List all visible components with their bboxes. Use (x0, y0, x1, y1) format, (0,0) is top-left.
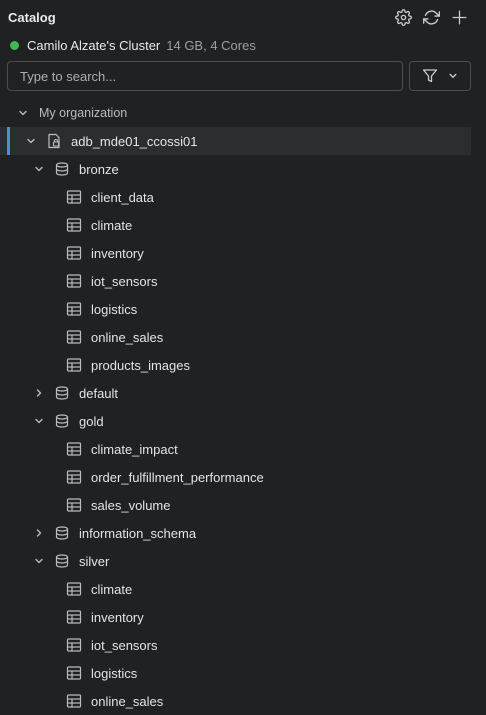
search-container (7, 61, 403, 91)
database-icon (54, 385, 70, 401)
table-icon (66, 245, 82, 261)
table-icon (66, 665, 82, 681)
chevron-down-icon[interactable] (33, 555, 45, 567)
table-row[interactable]: climate (0, 211, 486, 239)
chevron-down-icon[interactable] (17, 107, 29, 119)
table-icon (66, 497, 82, 513)
cluster-status[interactable]: Camilo Alzate's Cluster 14 GB, 4 Cores (10, 36, 256, 54)
table-row[interactable]: inventory (0, 239, 486, 267)
database-icon (54, 525, 70, 541)
table-row[interactable]: order_fulfillment_performance (0, 463, 486, 491)
selection-indicator (7, 127, 10, 155)
table-label: logistics (91, 301, 138, 317)
table-label: inventory (91, 245, 144, 261)
plus-icon (451, 9, 467, 25)
database-icon (54, 413, 70, 429)
catalog-tree: My organization adb_mde01_ccossi01 bronz… (0, 99, 486, 715)
table-row[interactable]: logistics (0, 659, 486, 687)
chevron-down-icon[interactable] (33, 415, 45, 427)
chevron-down-icon[interactable] (33, 163, 45, 175)
database-icon (54, 161, 70, 177)
tree-schema-silver[interactable]: silver (0, 547, 486, 575)
table-row[interactable]: iot_sensors (0, 267, 486, 295)
table-row[interactable]: sales_volume (0, 491, 486, 519)
table-row[interactable]: iot_sensors (0, 631, 486, 659)
schema-label: gold (79, 413, 104, 429)
tree-catalog[interactable]: adb_mde01_ccossi01 (0, 127, 471, 155)
filter-button[interactable] (409, 61, 471, 91)
tree-org[interactable]: My organization (0, 99, 486, 127)
chevron-down-icon[interactable] (25, 135, 37, 147)
table-icon (66, 693, 82, 709)
refresh-icon (422, 9, 440, 25)
tree-schema-information-schema[interactable]: information_schema (0, 519, 486, 547)
table-label: iot_sensors (91, 637, 158, 653)
tree-schema-gold[interactable]: gold (0, 407, 486, 435)
table-label: online_sales (91, 693, 164, 709)
catalog-label: adb_mde01_ccossi01 (71, 133, 198, 149)
table-label: products_images (91, 357, 190, 373)
gear-icon (394, 8, 412, 26)
filter-icon (422, 69, 438, 83)
table-row[interactable]: climate (0, 575, 486, 603)
schema-label: silver (79, 553, 110, 569)
table-label: iot_sensors (91, 273, 158, 289)
table-label: sales_volume (91, 497, 171, 513)
table-label: climate (91, 217, 133, 233)
schema-label: default (79, 385, 119, 401)
table-icon (66, 581, 82, 597)
table-label: client_data (91, 189, 154, 205)
table-icon (66, 637, 82, 653)
table-icon (66, 441, 82, 457)
tree-schema-default[interactable]: default (0, 379, 486, 407)
table-row[interactable]: logistics (0, 295, 486, 323)
cluster-status-dot (10, 40, 19, 50)
org-label: My organization (39, 106, 128, 120)
table-icon (66, 329, 82, 345)
catalog-icon (46, 133, 62, 149)
tree-schema-bronze[interactable]: bronze (0, 155, 486, 183)
table-icon (66, 609, 82, 625)
table-row[interactable]: client_data (0, 183, 486, 211)
table-icon (66, 217, 82, 233)
catalog-header: Catalog (0, 0, 486, 36)
catalog-panel: Catalog Camilo Alzate's Cluster 14 GB, 4… (0, 0, 486, 715)
table-row[interactable]: online_sales (0, 687, 486, 715)
table-label: logistics (91, 665, 138, 681)
table-row[interactable]: online_sales (0, 323, 486, 351)
table-icon (66, 273, 82, 289)
table-label: order_fulfillment_performance (91, 469, 264, 485)
table-row[interactable]: climate_impact (0, 435, 486, 463)
chevron-right-icon[interactable] (33, 527, 45, 539)
refresh-button[interactable] (421, 7, 441, 27)
table-row[interactable]: inventory (0, 603, 486, 631)
panel-title: Catalog (8, 10, 56, 25)
add-button[interactable] (449, 7, 469, 27)
table-row[interactable]: products_images (0, 351, 486, 379)
database-icon (54, 553, 70, 569)
table-label: climate_impact (91, 441, 178, 457)
table-icon (66, 357, 82, 373)
chevron-right-icon[interactable] (33, 387, 45, 399)
cluster-name: Camilo Alzate's Cluster (27, 37, 161, 53)
chevron-down-icon (449, 73, 457, 78)
settings-button[interactable] (393, 7, 413, 27)
table-icon (66, 469, 82, 485)
schema-label: bronze (79, 161, 119, 177)
table-label: climate (91, 581, 133, 597)
schema-label: information_schema (79, 525, 197, 541)
table-label: online_sales (91, 329, 164, 345)
table-label: inventory (91, 609, 144, 625)
cluster-resources: 14 GB, 4 Cores (166, 37, 256, 53)
table-icon (66, 301, 82, 317)
table-icon (66, 189, 82, 205)
search-input[interactable] (8, 62, 402, 90)
